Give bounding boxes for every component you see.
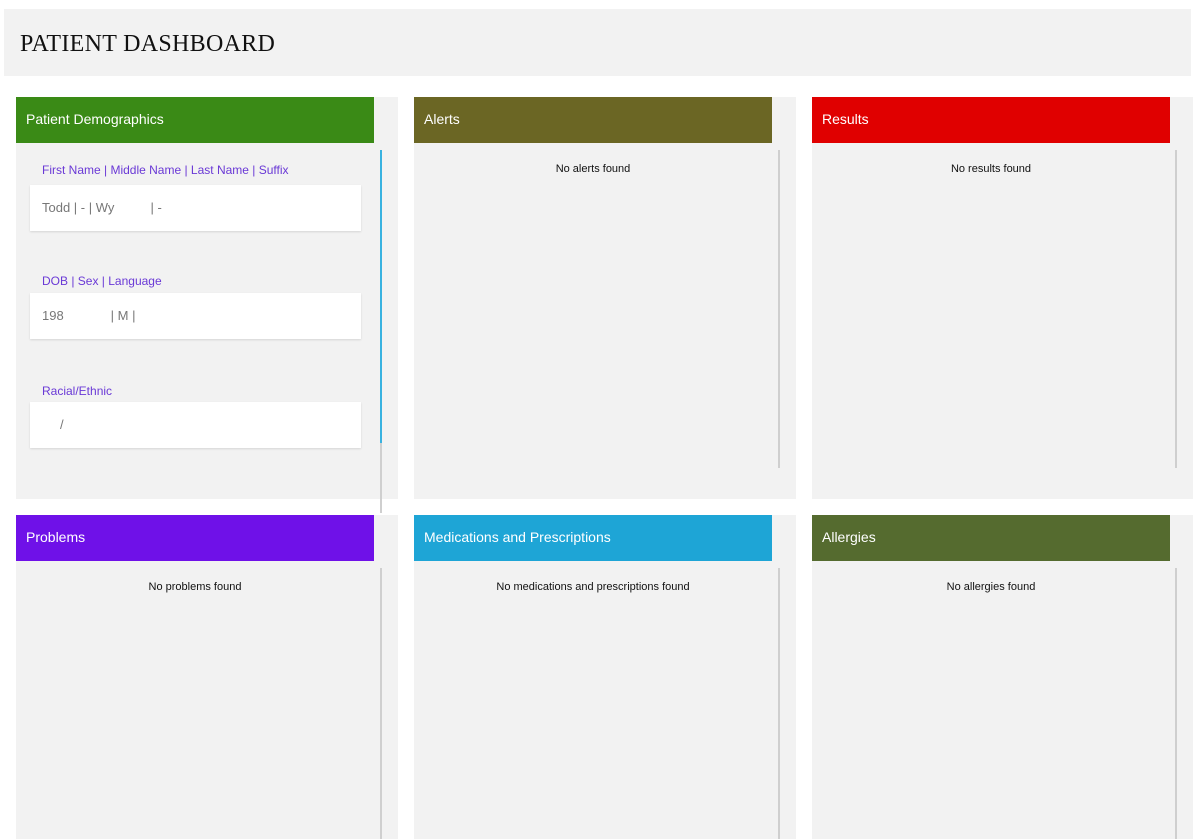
results-body[interactable]: No results found (812, 143, 1193, 499)
medications-body[interactable]: No medications and prescriptions found (414, 561, 796, 839)
results-empty-message: No results found (950, 163, 1032, 175)
page-title: PATIENT DASHBOARD (20, 31, 276, 57)
scrollbar[interactable] (778, 150, 780, 468)
scrollbar[interactable] (1175, 568, 1177, 839)
race-field: / (30, 402, 361, 448)
panel-allergies: Allergies No allergies found (812, 515, 1193, 839)
alerts-empty-message: No alerts found (555, 163, 631, 175)
dob-field: 198 | M | (30, 293, 361, 339)
allergies-body[interactable]: No allergies found (812, 561, 1193, 839)
panel-medications: Medications and Prescriptions No medicat… (414, 515, 796, 839)
problems-empty-message: No problems found (148, 581, 242, 593)
panel-alerts: Alerts No alerts found (414, 97, 796, 499)
scrollbar[interactable] (778, 568, 780, 839)
race-value: / (60, 417, 64, 432)
demographics-body[interactable]: First Name | Middle Name | Last Name | S… (16, 143, 398, 513)
allergies-header: Allergies (812, 515, 1170, 561)
panel-results: Results No results found (812, 97, 1193, 499)
panel-problems: Problems No problems found (16, 515, 398, 839)
medications-empty-message: No medications and prescriptions found (496, 581, 690, 593)
race-label: Racial/Ethnic (42, 384, 113, 398)
problems-header: Problems (16, 515, 374, 561)
name-field: Todd | - | Wy | - (30, 185, 361, 231)
panel-demographics: Patient Demographics First Name | Middle… (16, 97, 398, 513)
name-value: Todd | - | Wy | - (42, 200, 162, 215)
medications-header: Medications and Prescriptions (414, 515, 772, 561)
dob-value: 198 | M | (42, 308, 136, 323)
alerts-body[interactable]: No alerts found (414, 143, 796, 499)
alerts-header: Alerts (414, 97, 772, 143)
scrollbar-track[interactable] (380, 443, 382, 513)
problems-body[interactable]: No problems found (16, 561, 398, 839)
results-header: Results (812, 97, 1170, 143)
allergies-empty-message: No allergies found (946, 581, 1036, 593)
scrollbar-thumb[interactable] (380, 150, 382, 443)
scrollbar[interactable] (1175, 150, 1177, 468)
dob-label: DOB | Sex | Language (42, 274, 162, 288)
name-label: First Name | Middle Name | Last Name | S… (42, 163, 289, 177)
page-header: PATIENT DASHBOARD (4, 9, 1191, 76)
scrollbar[interactable] (380, 568, 382, 839)
demographics-header: Patient Demographics (16, 97, 374, 143)
